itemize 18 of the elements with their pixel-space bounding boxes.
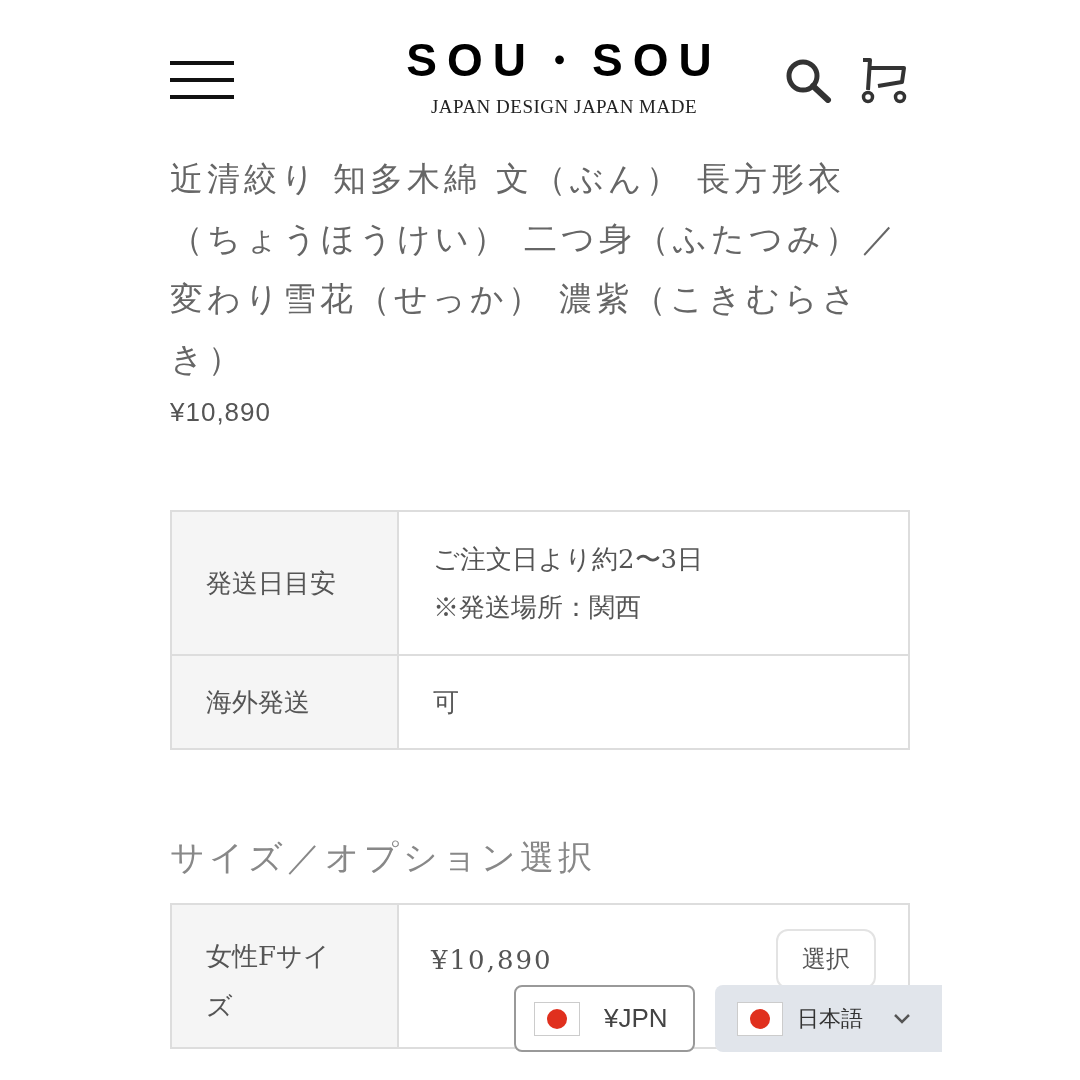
section-heading: サイズ／オプション選択 <box>170 836 597 879</box>
product-price: ¥10,890 <box>170 396 272 429</box>
table-cell: ご注文日より約2〜3日 ※発送場所：関西 <box>398 511 909 655</box>
language-selector[interactable]: 日本語 <box>715 985 942 1052</box>
japan-flag-icon <box>737 1001 783 1036</box>
option-price: ¥10,890 <box>431 944 553 977</box>
currency-selector[interactable]: ¥JPN <box>514 985 695 1052</box>
logo[interactable]: SOU・SOU <box>406 37 722 84</box>
cart-icon[interactable] <box>860 55 908 104</box>
chevron-down-icon <box>893 1012 911 1025</box>
table-header-cell: 女性Fサイズ <box>171 904 398 1048</box>
menu-icon[interactable] <box>170 60 234 99</box>
table-header-cell: 発送日目安 <box>171 511 398 655</box>
tagline: JAPAN DESIGN JAPAN MADE <box>430 95 698 120</box>
table-header-cell: 海外発送 <box>171 655 398 749</box>
table-cell: 可 <box>398 655 909 749</box>
japan-flag-icon <box>534 1001 580 1036</box>
product-title: 近清絞り 知多木綿 文（ぶん） 長方形衣（ちょうほうけい） 二つ身（ふたつみ）／変わり雪花（せっか） 濃紫（こきむらさき） <box>170 158 901 380</box>
